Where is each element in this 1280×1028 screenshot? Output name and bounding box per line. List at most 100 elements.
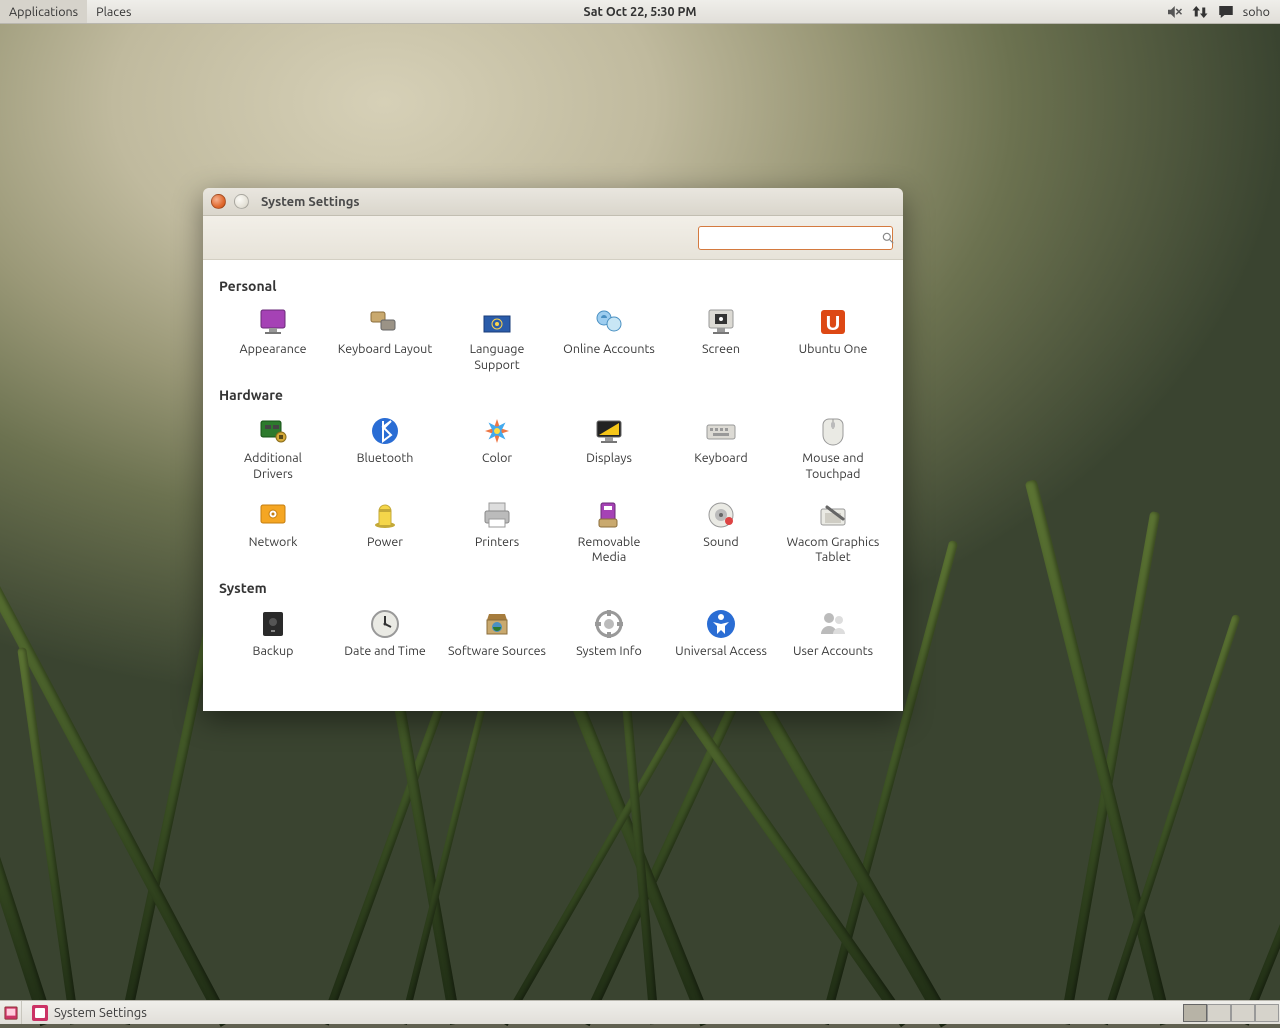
workspace-switcher <box>1183 1004 1280 1022</box>
kb-layout-icon <box>369 306 401 338</box>
sysinfo-icon <box>593 608 625 640</box>
setting-backup[interactable]: Backup <box>217 602 329 678</box>
sound-icon <box>705 499 737 531</box>
top-panel: Applications Places Sat Oct 22, 5:30 PM … <box>0 0 1280 24</box>
setting-color[interactable]: Color <box>441 409 553 488</box>
places-menu[interactable]: Places <box>87 0 140 23</box>
setting-label: Printers <box>475 535 519 551</box>
setting-wacom[interactable]: Wacom Graphics Tablet <box>777 493 889 572</box>
drivers-icon <box>257 415 289 447</box>
network-updown-icon[interactable] <box>1187 0 1213 23</box>
setting-kb-layout[interactable]: Keyboard Layout <box>329 300 441 379</box>
setting-label: Color <box>482 451 512 467</box>
settings-content: Personal Appearance Keyboard Layout Langua… <box>203 260 903 711</box>
show-desktop-button[interactable] <box>0 1001 22 1024</box>
wacom-icon <box>817 499 849 531</box>
setting-screen[interactable]: Screen <box>665 300 777 379</box>
setting-sysinfo[interactable]: System Info <box>553 602 665 678</box>
bluetooth-icon <box>369 415 401 447</box>
setting-bluetooth[interactable]: Bluetooth <box>329 409 441 488</box>
setting-label: Online Accounts <box>563 342 655 358</box>
color-icon <box>481 415 513 447</box>
setting-datetime[interactable]: Date and Time <box>329 602 441 678</box>
universal-icon <box>705 608 737 640</box>
search-icon <box>881 231 895 245</box>
screen-icon <box>705 306 737 338</box>
mouse-icon <box>817 415 849 447</box>
section-hardware: Hardware <box>219 387 889 403</box>
software-icon <box>481 608 513 640</box>
setting-label: Date and Time <box>344 644 426 660</box>
setting-appearance[interactable]: Appearance <box>217 300 329 379</box>
workspace-4[interactable] <box>1255 1004 1279 1022</box>
window-titlebar[interactable]: System Settings <box>203 188 903 216</box>
window-minimize-button[interactable] <box>234 194 249 209</box>
setting-printers[interactable]: Printers <box>441 493 553 572</box>
power-icon <box>369 499 401 531</box>
setting-label: Bluetooth <box>357 451 414 467</box>
ubuntu-one-icon: U <box>817 306 849 338</box>
setting-drivers[interactable]: Additional Drivers <box>217 409 329 488</box>
window-title: System Settings <box>261 195 360 209</box>
setting-label: Ubuntu One <box>799 342 868 358</box>
printers-icon <box>481 499 513 531</box>
setting-users[interactable]: User Accounts <box>777 602 889 678</box>
system-settings-window: System Settings Personal Appearance Keybo… <box>203 188 903 711</box>
keyboard-icon <box>705 415 737 447</box>
setting-mouse[interactable]: Mouse and Touchpad <box>777 409 889 488</box>
setting-label: Sound <box>703 535 738 551</box>
setting-label: User Accounts <box>793 644 873 660</box>
setting-label: Keyboard Layout <box>338 342 432 358</box>
setting-network[interactable]: Network <box>217 493 329 572</box>
taskbar-item-system-settings[interactable]: System Settings <box>22 1001 158 1024</box>
setting-label: Backup <box>253 644 294 660</box>
backup-icon <box>257 608 289 640</box>
setting-label: Universal Access <box>675 644 767 660</box>
workspace-2[interactable] <box>1207 1004 1231 1022</box>
workspace-3[interactable] <box>1231 1004 1255 1022</box>
setting-ubuntu-one[interactable]: U Ubuntu One <box>777 300 889 379</box>
setting-displays[interactable]: Displays <box>553 409 665 488</box>
applications-label: Applications <box>9 5 78 19</box>
displays-icon <box>593 415 625 447</box>
network-icon <box>257 499 289 531</box>
setting-online-accounts[interactable]: Online Accounts <box>553 300 665 379</box>
setting-label: Removable Media <box>559 535 659 566</box>
section-system: System <box>219 580 889 596</box>
appearance-icon <box>257 306 289 338</box>
clock-text: Sat Oct 22, 5:30 PM <box>583 5 696 19</box>
workspace-1[interactable] <box>1183 1004 1207 1022</box>
search-input[interactable] <box>705 230 881 245</box>
setting-power[interactable]: Power <box>329 493 441 572</box>
language-icon <box>481 306 513 338</box>
setting-sound[interactable]: Sound <box>665 493 777 572</box>
datetime-icon <box>369 608 401 640</box>
setting-label: Software Sources <box>448 644 546 660</box>
search-box[interactable] <box>698 226 893 250</box>
clock[interactable]: Sat Oct 22, 5:30 PM <box>583 5 696 19</box>
bottom-panel: System Settings <box>0 1000 1280 1024</box>
setting-software[interactable]: Software Sources <box>441 602 553 678</box>
setting-label: Mouse and Touchpad <box>783 451 883 482</box>
user-menu[interactable]: soho <box>1239 0 1280 23</box>
section-personal: Personal <box>219 278 889 294</box>
setting-label: System Info <box>576 644 642 660</box>
svg-text:U: U <box>826 313 840 335</box>
setting-universal[interactable]: Universal Access <box>665 602 777 678</box>
task-label: System Settings <box>54 1006 147 1020</box>
setting-label: Additional Drivers <box>223 451 323 482</box>
user-label: soho <box>1243 5 1270 19</box>
window-close-button[interactable] <box>211 194 226 209</box>
setting-removable[interactable]: Removable Media <box>553 493 665 572</box>
setting-keyboard[interactable]: Keyboard <box>665 409 777 488</box>
task-icon <box>32 1005 48 1021</box>
setting-label: Appearance <box>239 342 306 358</box>
places-label: Places <box>96 5 131 19</box>
setting-language[interactable]: Language Support <box>441 300 553 379</box>
online-accounts-icon <box>593 306 625 338</box>
setting-label: Network <box>249 535 298 551</box>
chat-icon[interactable] <box>1213 0 1239 23</box>
applications-menu[interactable]: Applications <box>0 0 87 23</box>
volume-muted-icon[interactable] <box>1161 0 1187 23</box>
setting-label: Keyboard <box>694 451 747 467</box>
